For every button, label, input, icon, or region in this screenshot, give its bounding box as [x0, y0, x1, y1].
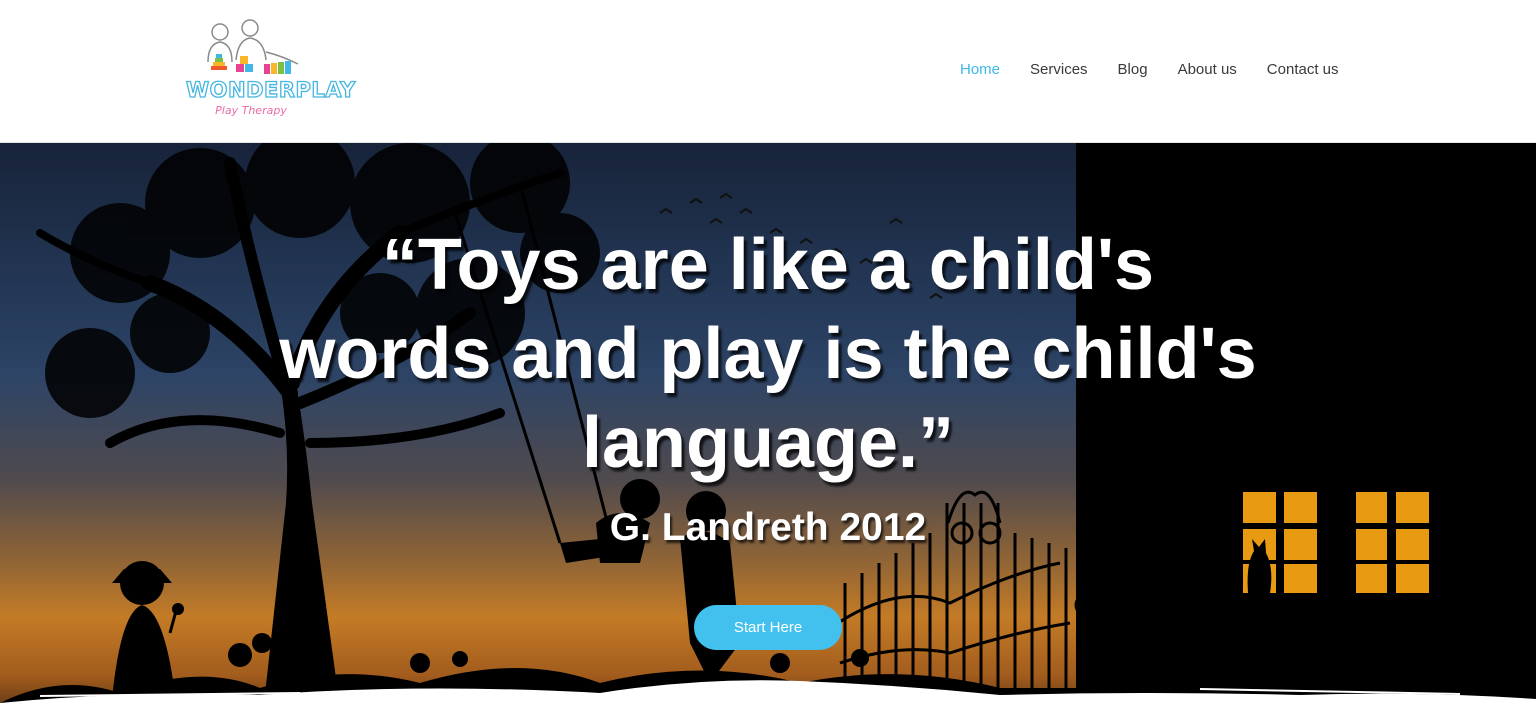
- wonderplay-logo-icon: [207, 19, 299, 74]
- site-header: WONDERPLAY Play Therapy Home Services Bl…: [0, 0, 1536, 143]
- brand-logo[interactable]: WONDERPLAY Play Therapy: [185, 18, 356, 124]
- start-here-button[interactable]: Start Here: [694, 605, 842, 650]
- brand-name: WONDERPLAY: [185, 77, 356, 102]
- nav-item-contact-us[interactable]: Contact us: [1267, 60, 1339, 80]
- nav-item-about-us[interactable]: About us: [1178, 60, 1237, 80]
- nav-item-home[interactable]: Home: [960, 60, 1000, 80]
- hero-banner: “Toys are like a child's words and play …: [0, 143, 1536, 722]
- nav-item-blog[interactable]: Blog: [1118, 60, 1148, 80]
- nav-item-services[interactable]: Services: [1030, 60, 1088, 80]
- main-nav: Home Services Blog About us Contact us: [960, 60, 1369, 80]
- hero-quote: “Toys are like a child's words and play …: [279, 225, 1257, 483]
- brand-tagline: Play Therapy: [215, 104, 287, 117]
- quote-author: G. Landreth 2012: [609, 506, 927, 549]
